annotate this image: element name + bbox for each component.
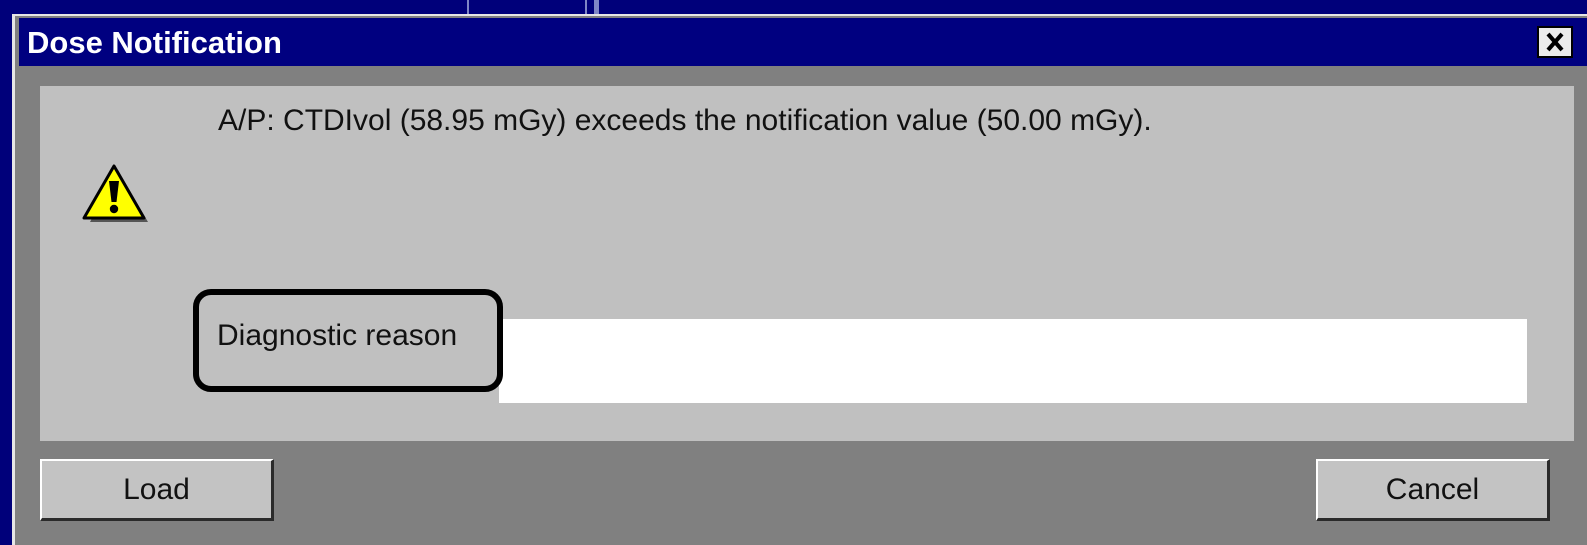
window-title: Dose Notification (27, 25, 282, 60)
background-line (467, 0, 469, 14)
dose-notification-dialog: Dose Notification A/P: CTDIvol (58.95 mG… (12, 14, 1587, 545)
title-bar: Dose Notification (19, 18, 1587, 66)
close-icon (1546, 32, 1564, 52)
message-panel: A/P: CTDIvol (58.95 mGy) exceeds the not… (40, 86, 1574, 441)
diagnostic-reason-input[interactable] (499, 319, 1527, 403)
notification-message: A/P: CTDIvol (58.95 mGy) exceeds the not… (218, 104, 1152, 137)
warning-icon (82, 164, 148, 222)
background-line (594, 0, 599, 14)
diagnostic-reason-label: Diagnostic reason (217, 319, 458, 352)
close-button[interactable] (1537, 26, 1573, 58)
load-button[interactable]: Load (40, 459, 274, 521)
background-line (585, 0, 587, 14)
cancel-button[interactable]: Cancel (1316, 459, 1550, 521)
